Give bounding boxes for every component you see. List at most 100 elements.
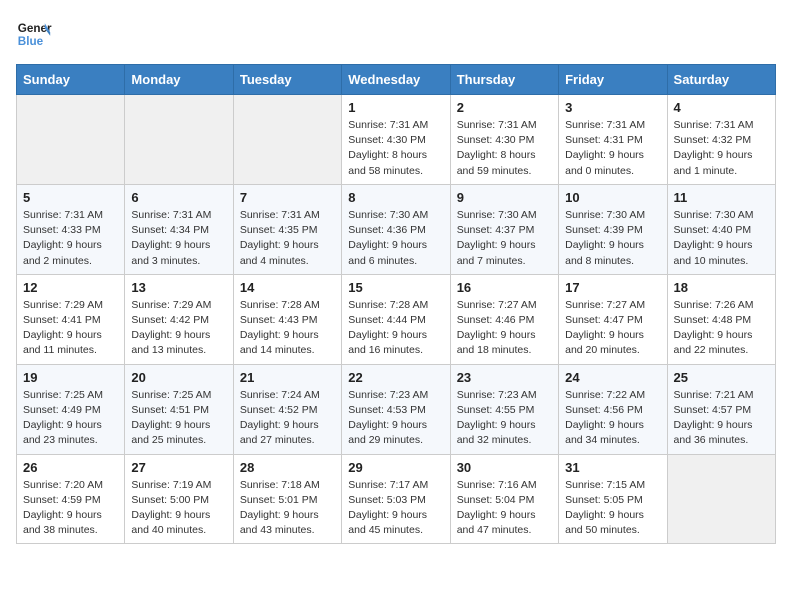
calendar-cell: 8 Sunrise: 7:30 AM Sunset: 4:36 PM Daylig… [342,184,450,274]
day-info: Sunrise: 7:30 AM Sunset: 4:37 PM Dayligh… [457,208,552,269]
day-info: Sunrise: 7:30 AM Sunset: 4:39 PM Dayligh… [565,208,660,269]
svg-text:Blue: Blue [18,35,44,48]
header-saturday: Saturday [667,65,775,95]
day-info: Sunrise: 7:28 AM Sunset: 4:44 PM Dayligh… [348,298,443,359]
page-header: General Blue [16,16,776,52]
day-info: Sunrise: 7:31 AM Sunset: 4:33 PM Dayligh… [23,208,118,269]
day-number: 26 [23,460,118,475]
calendar-cell: 31 Sunrise: 7:15 AM Sunset: 5:05 PM Dayli… [559,454,667,544]
calendar-cell: 29 Sunrise: 7:17 AM Sunset: 5:03 PM Dayli… [342,454,450,544]
calendar-header-row: SundayMondayTuesdayWednesdayThursdayFrid… [17,65,776,95]
day-number: 12 [23,280,118,295]
day-info: Sunrise: 7:31 AM Sunset: 4:35 PM Dayligh… [240,208,335,269]
day-info: Sunrise: 7:24 AM Sunset: 4:52 PM Dayligh… [240,388,335,449]
day-number: 31 [565,460,660,475]
calendar-cell: 28 Sunrise: 7:18 AM Sunset: 5:01 PM Dayli… [233,454,341,544]
calendar-cell: 17 Sunrise: 7:27 AM Sunset: 4:47 PM Dayli… [559,274,667,364]
day-number: 10 [565,190,660,205]
day-number: 28 [240,460,335,475]
day-info: Sunrise: 7:29 AM Sunset: 4:41 PM Dayligh… [23,298,118,359]
day-info: Sunrise: 7:29 AM Sunset: 4:42 PM Dayligh… [131,298,226,359]
day-info: Sunrise: 7:23 AM Sunset: 4:55 PM Dayligh… [457,388,552,449]
day-number: 6 [131,190,226,205]
calendar-cell: 9Sunrise: 7:30 AM Sunset: 4:37 PM Daylig… [450,184,558,274]
day-number: 14 [240,280,335,295]
day-info: Sunrise: 7:31 AM Sunset: 4:30 PM Dayligh… [348,118,443,179]
calendar-cell: 21 Sunrise: 7:24 AM Sunset: 4:52 PM Dayli… [233,364,341,454]
day-number: 25 [674,370,769,385]
day-info: Sunrise: 7:31 AM Sunset: 4:32 PM Dayligh… [674,118,769,179]
day-number: 19 [23,370,118,385]
day-number: 5 [23,190,118,205]
calendar-week-3: 12 Sunrise: 7:29 AM Sunset: 4:41 PM Dayli… [17,274,776,364]
header-friday: Friday [559,65,667,95]
day-number: 20 [131,370,226,385]
day-number: 22 [348,370,443,385]
day-info: Sunrise: 7:25 AM Sunset: 4:51 PM Dayligh… [131,388,226,449]
day-number: 8 [348,190,443,205]
calendar-cell: 4 Sunrise: 7:31 AM Sunset: 4:32 PM Daylig… [667,95,775,185]
day-info: Sunrise: 7:25 AM Sunset: 4:49 PM Dayligh… [23,388,118,449]
calendar-cell: 10 Sunrise: 7:30 AM Sunset: 4:39 PM Dayli… [559,184,667,274]
header-sunday: Sunday [17,65,125,95]
day-number: 15 [348,280,443,295]
day-number: 13 [131,280,226,295]
header-wednesday: Wednesday [342,65,450,95]
calendar-cell: 16 Sunrise: 7:27 AM Sunset: 4:46 PM Dayli… [450,274,558,364]
day-number: 17 [565,280,660,295]
day-info: Sunrise: 7:30 AM Sunset: 4:36 PM Dayligh… [348,208,443,269]
calendar-cell: 1 Sunrise: 7:31 AM Sunset: 4:30 PM Daylig… [342,95,450,185]
calendar-week-4: 19 Sunrise: 7:25 AM Sunset: 4:49 PM Dayli… [17,364,776,454]
calendar-cell: 19 Sunrise: 7:25 AM Sunset: 4:49 PM Dayli… [17,364,125,454]
day-info: Sunrise: 7:31 AM Sunset: 4:34 PM Dayligh… [131,208,226,269]
calendar-cell: 2Sunrise: 7:31 AM Sunset: 4:30 PM Daylig… [450,95,558,185]
day-number: 16 [457,280,552,295]
day-number: 21 [240,370,335,385]
day-info: Sunrise: 7:15 AM Sunset: 5:05 PM Dayligh… [565,478,660,539]
day-info: Sunrise: 7:30 AM Sunset: 4:40 PM Dayligh… [674,208,769,269]
calendar-cell: 7Sunrise: 7:31 AM Sunset: 4:35 PM Daylig… [233,184,341,274]
day-info: Sunrise: 7:27 AM Sunset: 4:47 PM Dayligh… [565,298,660,359]
calendar-cell: 3 Sunrise: 7:31 AM Sunset: 4:31 PM Daylig… [559,95,667,185]
calendar-cell: 23Sunrise: 7:23 AM Sunset: 4:55 PM Dayli… [450,364,558,454]
calendar-cell: 6 Sunrise: 7:31 AM Sunset: 4:34 PM Daylig… [125,184,233,274]
calendar-week-2: 5 Sunrise: 7:31 AM Sunset: 4:33 PM Daylig… [17,184,776,274]
header-thursday: Thursday [450,65,558,95]
day-info: Sunrise: 7:22 AM Sunset: 4:56 PM Dayligh… [565,388,660,449]
calendar-table: SundayMondayTuesdayWednesdayThursdayFrid… [16,64,776,544]
calendar-week-5: 26 Sunrise: 7:20 AM Sunset: 4:59 PM Dayli… [17,454,776,544]
day-info: Sunrise: 7:17 AM Sunset: 5:03 PM Dayligh… [348,478,443,539]
day-number: 1 [348,100,443,115]
header-tuesday: Tuesday [233,65,341,95]
day-info: Sunrise: 7:28 AM Sunset: 4:43 PM Dayligh… [240,298,335,359]
header-monday: Monday [125,65,233,95]
day-info: Sunrise: 7:21 AM Sunset: 4:57 PM Dayligh… [674,388,769,449]
calendar-cell: 25 Sunrise: 7:21 AM Sunset: 4:57 PM Dayli… [667,364,775,454]
day-info: Sunrise: 7:31 AM Sunset: 4:31 PM Dayligh… [565,118,660,179]
calendar-cell: 26 Sunrise: 7:20 AM Sunset: 4:59 PM Dayli… [17,454,125,544]
calendar-cell [667,454,775,544]
calendar-cell: 20 Sunrise: 7:25 AM Sunset: 4:51 PM Dayli… [125,364,233,454]
day-info: Sunrise: 7:27 AM Sunset: 4:46 PM Dayligh… [457,298,552,359]
day-number: 29 [348,460,443,475]
day-number: 2 [457,100,552,115]
calendar-cell [17,95,125,185]
calendar-cell: 15 Sunrise: 7:28 AM Sunset: 4:44 PM Dayli… [342,274,450,364]
day-number: 4 [674,100,769,115]
calendar-cell: 22 Sunrise: 7:23 AM Sunset: 4:53 PM Dayli… [342,364,450,454]
logo: General Blue [16,16,58,52]
calendar-cell [233,95,341,185]
day-info: Sunrise: 7:16 AM Sunset: 5:04 PM Dayligh… [457,478,552,539]
calendar-week-1: 1 Sunrise: 7:31 AM Sunset: 4:30 PM Daylig… [17,95,776,185]
day-info: Sunrise: 7:26 AM Sunset: 4:48 PM Dayligh… [674,298,769,359]
calendar-cell: 18Sunrise: 7:26 AM Sunset: 4:48 PM Dayli… [667,274,775,364]
day-info: Sunrise: 7:23 AM Sunset: 4:53 PM Dayligh… [348,388,443,449]
calendar-cell: 30Sunrise: 7:16 AM Sunset: 5:04 PM Dayli… [450,454,558,544]
day-number: 3 [565,100,660,115]
day-number: 24 [565,370,660,385]
day-info: Sunrise: 7:20 AM Sunset: 4:59 PM Dayligh… [23,478,118,539]
logo-icon: General Blue [16,16,52,52]
calendar-cell: 11Sunrise: 7:30 AM Sunset: 4:40 PM Dayli… [667,184,775,274]
day-info: Sunrise: 7:19 AM Sunset: 5:00 PM Dayligh… [131,478,226,539]
day-info: Sunrise: 7:18 AM Sunset: 5:01 PM Dayligh… [240,478,335,539]
